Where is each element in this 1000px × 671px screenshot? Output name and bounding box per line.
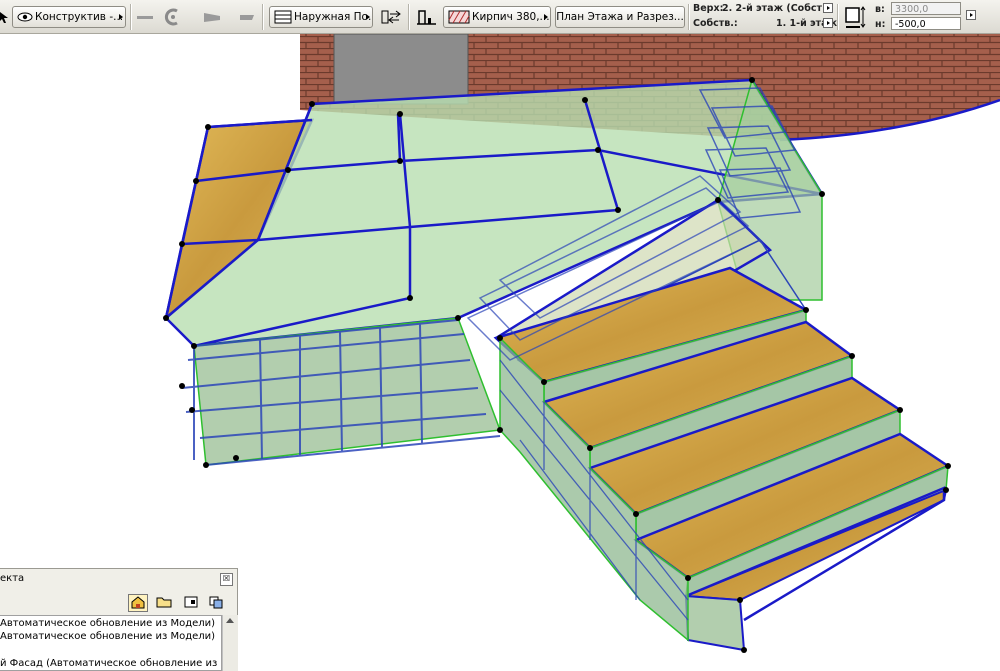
list-item[interactable]: й Фасад (Автоматическое обновление из Мо… (0, 658, 221, 669)
composite-button[interactable]: Наружная По... (269, 6, 373, 28)
reference-line-icon[interactable] (381, 8, 403, 26)
chevron-right-icon (544, 14, 548, 20)
wall-height-icon (843, 5, 867, 28)
view-map-folder-icon[interactable] (155, 594, 175, 612)
own-story-chevron-icon[interactable] (823, 18, 833, 28)
height-label: в: (875, 4, 885, 15)
vertical-scrollbar[interactable] (222, 615, 238, 671)
wall-arc-icon[interactable] (163, 8, 183, 26)
top-story-value[interactable]: 2. 2-й этаж (Собствен... (722, 3, 822, 14)
separator (408, 4, 410, 30)
offset-label: н: (875, 19, 886, 30)
close-icon[interactable]: ☒ (220, 573, 233, 586)
height-input[interactable]: 3300,0 (891, 2, 961, 15)
wall-profile-icon[interactable] (416, 8, 438, 26)
wall-slanted-icon[interactable] (238, 8, 256, 26)
door (333, 34, 469, 105)
offset-input[interactable]: -500,0 (891, 17, 961, 30)
top-story-chevron-icon[interactable] (823, 3, 833, 13)
list-item[interactable]: Автоматическое обновление из Модели) (0, 618, 215, 629)
brick-hatch-icon (448, 10, 470, 24)
chevron-right-icon (366, 14, 370, 20)
project-navigator-panel: екта ☒ Автоматическое обновление из Моде… (0, 568, 238, 671)
wall-line-icon[interactable] (136, 8, 154, 26)
material-button[interactable]: Кирпич 380,... (443, 6, 551, 28)
scroll-up-icon[interactable] (226, 618, 234, 623)
wall-trapezoid-icon[interactable] (203, 8, 221, 26)
separator (262, 4, 264, 30)
own-story-label: Собств.: (693, 18, 738, 29)
layer-button-label: Конструктив -... (35, 11, 124, 23)
height-chevron-icon[interactable] (966, 10, 976, 20)
list-item[interactable]: Автоматическое обновление из Модели) (0, 631, 215, 642)
layer-button[interactable]: Конструктив -... (12, 6, 126, 28)
stair-bottom (684, 594, 746, 652)
info-box-toolbar: Конструктив -... Наружная По... Кирпич 3… (0, 0, 1000, 34)
view-button-label: План Этажа и Разрез... (556, 11, 684, 23)
chevron-right-icon (119, 14, 123, 20)
project-map-icon[interactable] (128, 594, 148, 612)
eye-icon (17, 12, 33, 22)
material-button-label: Кирпич 380,... (472, 11, 550, 23)
separator (130, 4, 132, 30)
navigator-list[interactable]: Автоматическое обновление из Модели) Авт… (0, 615, 222, 671)
composite-button-label: Наружная По... (294, 11, 373, 23)
composite-icon (274, 10, 292, 24)
separator (688, 4, 690, 30)
top-label: Верх: (693, 3, 724, 14)
publisher-sets-icon[interactable] (207, 594, 227, 612)
separator (837, 4, 839, 30)
pointer-icon[interactable] (0, 10, 10, 28)
layout-book-icon[interactable] (182, 594, 202, 612)
panel-title: екта (0, 573, 25, 584)
view-button[interactable]: План Этажа и Разрез... (555, 6, 685, 28)
